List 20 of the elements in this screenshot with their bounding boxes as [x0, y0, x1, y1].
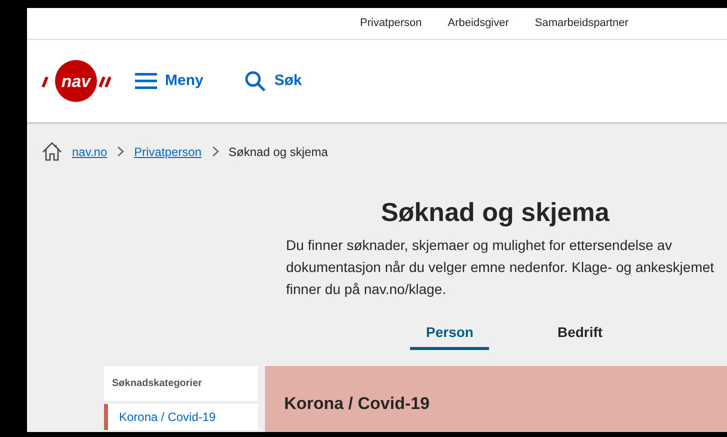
breadcrumb-link[interactable]: nav.no: [72, 142, 108, 160]
top-nav-link[interactable]: Privatperson: [360, 15, 422, 32]
sidebar-heading: Søknadskategorier: [104, 366, 258, 402]
breadcrumb-current: Søknad og skjema: [228, 144, 328, 160]
intro-text: Du finner søknader, skjemaer og mulighet for ettersendelse av dokumentasjon når du velger emne nedenfor. Klage- og ankeskjemet finner du på nav.no/klage.: [286, 236, 716, 300]
home-icon[interactable]: [42, 142, 62, 161]
search-icon: [245, 70, 266, 92]
page-title: Søknad og skjema: [381, 197, 610, 228]
menu-button[interactable]: Meny: [135, 70, 204, 92]
panel-title: Korona / Covid-19: [284, 394, 431, 415]
top-nav-link[interactable]: Arbeidsgiver: [448, 15, 509, 32]
chevron-icon: [117, 146, 124, 157]
chevron-icon: [212, 146, 219, 157]
tab[interactable]: Bedrift: [541, 316, 619, 350]
search-button[interactable]: Søk: [245, 70, 302, 92]
tab[interactable]: Person: [410, 316, 490, 350]
sidebar-item[interactable]: Korona / Covid-19: [104, 404, 258, 430]
menu-icon: [135, 73, 157, 89]
breadcrumb-link[interactable]: Privatperson: [134, 142, 202, 160]
top-nav-link[interactable]: Samarbeidspartner: [534, 15, 628, 32]
